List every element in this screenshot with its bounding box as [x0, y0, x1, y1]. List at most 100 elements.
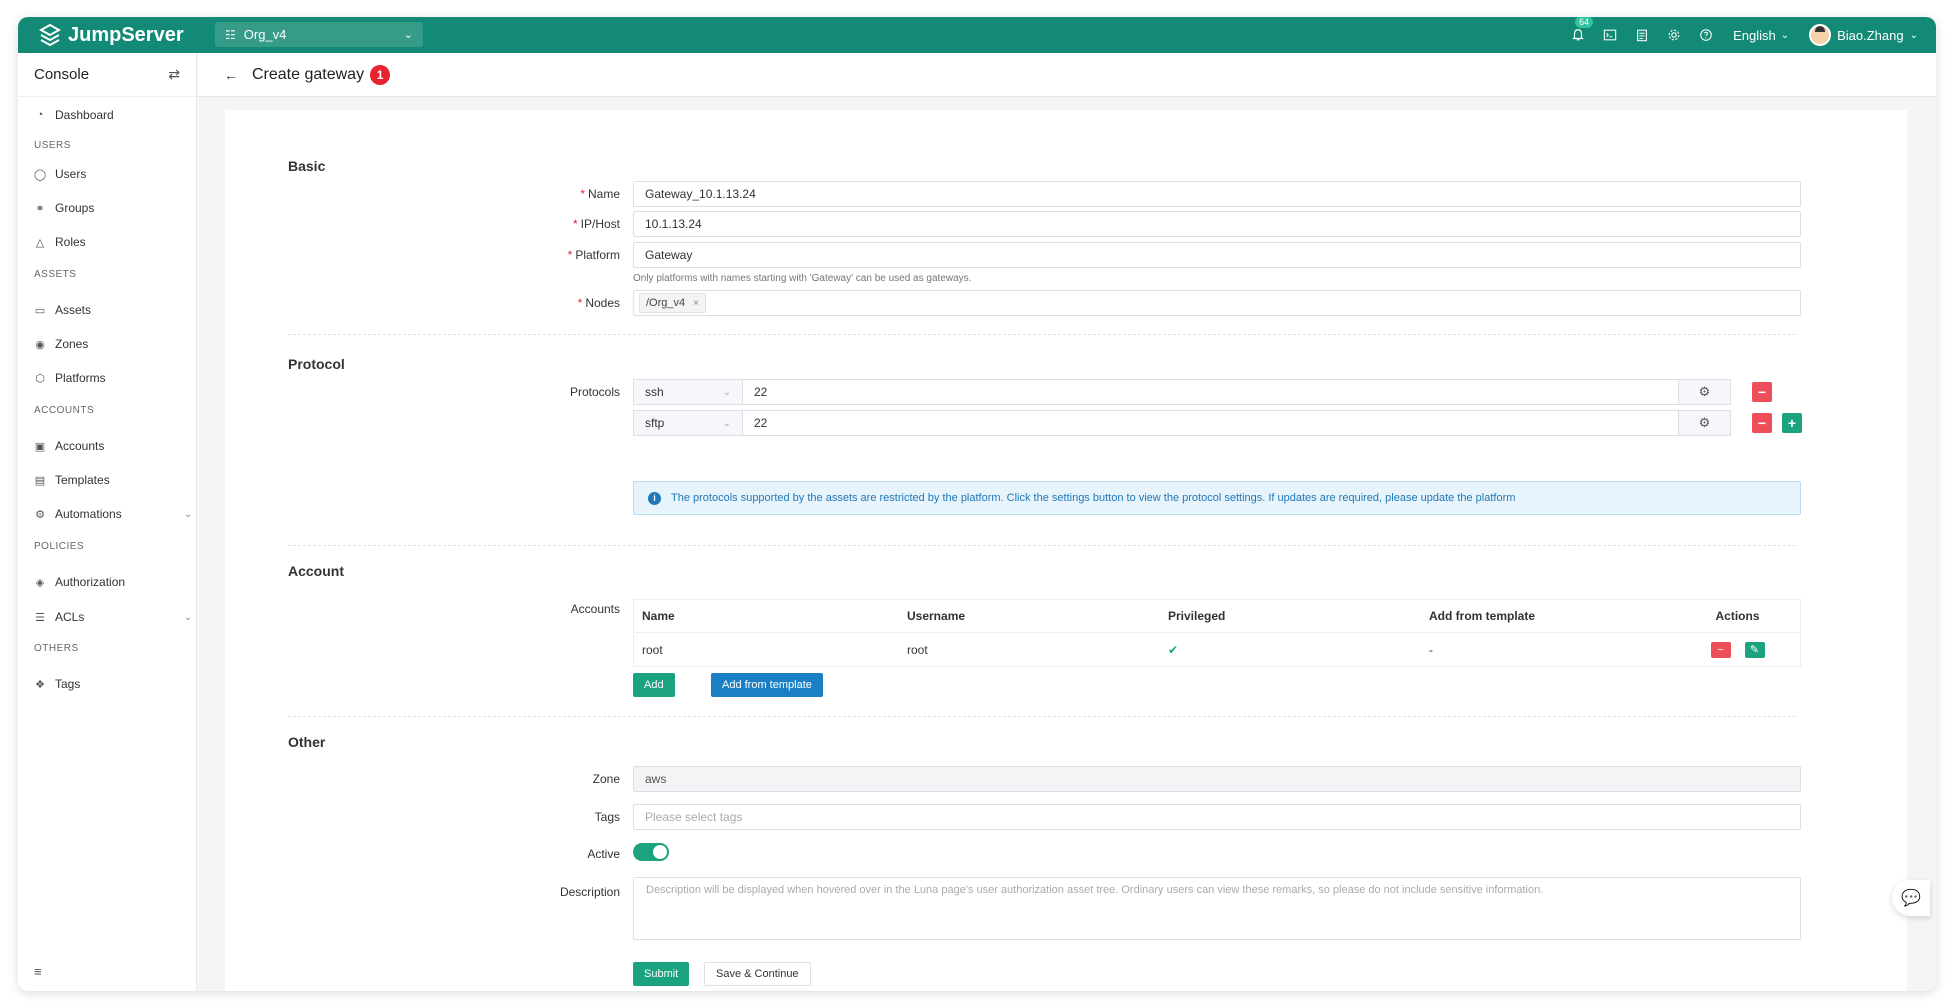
- tags-select[interactable]: Please select tags: [633, 804, 1801, 830]
- language-select[interactable]: English ⌄: [1733, 28, 1789, 43]
- help-icon[interactable]: [1697, 26, 1715, 44]
- platform-label: * Platform: [568, 248, 620, 262]
- edit-account-button[interactable]: ✎: [1744, 641, 1765, 658]
- protocol-name: ssh: [645, 385, 664, 399]
- sidebar-item-users[interactable]: ◯ Users: [33, 164, 87, 184]
- tags-label: Tags: [594, 810, 620, 824]
- divider: [288, 334, 1796, 335]
- table-header-row: Name Username Privileged Add from templa…: [634, 600, 1800, 633]
- description-textarea[interactable]: Description will be displayed when hover…: [633, 877, 1801, 940]
- switch-view-icon[interactable]: ⇄: [168, 66, 180, 83]
- sidebar-item-label: Dashboard: [55, 108, 114, 122]
- save-continue-button[interactable]: Save & Continue: [704, 962, 811, 986]
- account-name: root: [642, 642, 663, 657]
- node-tag: /Org_v4 ×: [639, 293, 706, 313]
- terminal-icon[interactable]: [1601, 26, 1619, 44]
- sidebar-item-label: ACLs: [55, 610, 85, 624]
- chevron-down-icon: ⌄: [184, 611, 193, 623]
- sidebar-item-platforms[interactable]: ⬡ Platforms: [34, 368, 106, 388]
- column-header-name: Name: [642, 609, 675, 623]
- protocol-select[interactable]: ssh ⌄: [633, 379, 743, 405]
- delete-account-button[interactable]: −: [1710, 641, 1731, 658]
- section-title-other: Other: [288, 734, 326, 750]
- required-marker: *: [572, 217, 578, 231]
- sidebar-item-dashboard[interactable]: ◔ Dashboard: [34, 105, 114, 125]
- sidebar-item-automations[interactable]: ⚙ Automations ⌄: [34, 504, 192, 524]
- topbar-actions: 64 English ⌄ Biao.Zhang ⌄: [1569, 17, 1918, 53]
- active-toggle[interactable]: [633, 843, 669, 861]
- ip-label-text: IP/Host: [580, 217, 620, 231]
- monitor-icon: ▭: [34, 304, 46, 317]
- sidebar-item-roles[interactable]: △ Roles: [34, 232, 86, 252]
- protocol-info-alert: i The protocols supported by the assets …: [633, 481, 1801, 515]
- add-protocol-button[interactable]: +: [1782, 413, 1802, 433]
- language-value: English: [1733, 27, 1776, 43]
- sidebar-item-groups[interactable]: ⚭ Groups: [34, 198, 94, 218]
- protocols-label: Protocols: [569, 385, 620, 399]
- sidebar-section-others: OTHERS: [34, 643, 79, 654]
- close-icon[interactable]: ×: [693, 298, 699, 309]
- section-title-protocol: Protocol: [288, 356, 345, 372]
- back-arrow-icon[interactable]: ←: [224, 67, 238, 83]
- sidebar-item-acls[interactable]: ☰ ACLs ⌄: [34, 607, 192, 627]
- gear-icon[interactable]: [1665, 26, 1683, 44]
- account-privileged: ✔: [1158, 643, 1419, 657]
- shield-icon: ◈: [35, 576, 45, 589]
- automation-icon: ⚙: [35, 508, 45, 521]
- bell-icon[interactable]: 64: [1569, 17, 1594, 44]
- sidebar-item-assets[interactable]: ▭ Assets: [34, 300, 91, 320]
- platform-input[interactable]: Gateway: [633, 242, 1801, 268]
- org-select[interactable]: ☷ Org_v4 ⌄: [215, 22, 423, 47]
- clipboard-icon[interactable]: [1633, 26, 1651, 44]
- platform-hint: Only platforms with names starting with …: [633, 273, 972, 284]
- divider: [288, 545, 1796, 546]
- sidebar-item-zones[interactable]: ◉ Zones: [34, 334, 88, 354]
- page-title: Create gateway: [252, 65, 365, 83]
- sidebar-item-label: Assets: [55, 303, 92, 317]
- sidebar-section-accounts: ACCOUNTS: [34, 405, 95, 416]
- sidebar-item-label: Zones: [55, 337, 89, 351]
- step-badge: 1: [370, 64, 391, 85]
- brand-logo[interactable]: JumpServer: [38, 22, 184, 48]
- remove-protocol-button[interactable]: −: [1752, 413, 1772, 433]
- protocol-port-input[interactable]: 22: [743, 379, 1679, 405]
- column-header-actions: Actions: [1715, 609, 1760, 623]
- nodes-select[interactable]: /Org_v4 ×: [633, 290, 1801, 316]
- ip-label: * IP/Host: [573, 217, 620, 231]
- shirt-icon: △: [35, 236, 45, 249]
- submit-button[interactable]: Submit: [633, 962, 690, 986]
- protocol-select[interactable]: sftp ⌄: [633, 410, 743, 436]
- user-menu[interactable]: Biao.Zhang ⌄: [1809, 24, 1918, 46]
- avatar: [1809, 24, 1832, 46]
- platform-label-text: Platform: [575, 248, 620, 262]
- sidebar-item-label: Roles: [55, 235, 86, 249]
- sidebar-item-authorization[interactable]: ◈ Authorization: [34, 572, 125, 592]
- sidebar-item-tags[interactable]: ❖ Tags: [34, 674, 80, 694]
- nodes-label-text: Nodes: [585, 296, 620, 310]
- sidebar-item-templates[interactable]: ▤ Templates: [34, 470, 110, 490]
- column-header-privileged: Privileged: [1168, 609, 1226, 623]
- chevron-down-icon: ⌄: [722, 417, 731, 429]
- gear-icon[interactable]: ⚙: [1679, 410, 1731, 436]
- notification-badge: 64: [1575, 17, 1594, 28]
- tag-icon: ❖: [35, 678, 45, 691]
- account-template: -: [1429, 642, 1433, 657]
- user-icon: ◯: [33, 168, 47, 181]
- add-from-template-button[interactable]: Add from template: [711, 673, 823, 697]
- brand-name: JumpServer: [68, 23, 184, 46]
- chat-icon[interactable]: 💬: [1892, 880, 1930, 916]
- protocol-port-input[interactable]: 22: [743, 410, 1679, 436]
- collapse-menu-icon[interactable]: ≡: [34, 964, 42, 979]
- sidebar-item-accounts[interactable]: ▣ Accounts: [34, 436, 105, 456]
- remove-protocol-button[interactable]: −: [1752, 382, 1772, 402]
- add-account-button[interactable]: Add: [633, 673, 675, 697]
- gear-icon[interactable]: ⚙: [1679, 379, 1731, 405]
- protocol-row: ssh ⌄ 22 ⚙: [633, 379, 1731, 405]
- ip-host-input[interactable]: 10.1.13.24: [633, 211, 1801, 237]
- name-input[interactable]: Gateway_10.1.13.24: [633, 181, 1801, 207]
- check-icon: ✔: [1168, 642, 1179, 657]
- dashboard-icon: ◔: [36, 109, 44, 121]
- required-marker: *: [567, 248, 573, 262]
- template-icon: ▤: [34, 474, 46, 487]
- zone-input[interactable]: aws: [633, 766, 1801, 792]
